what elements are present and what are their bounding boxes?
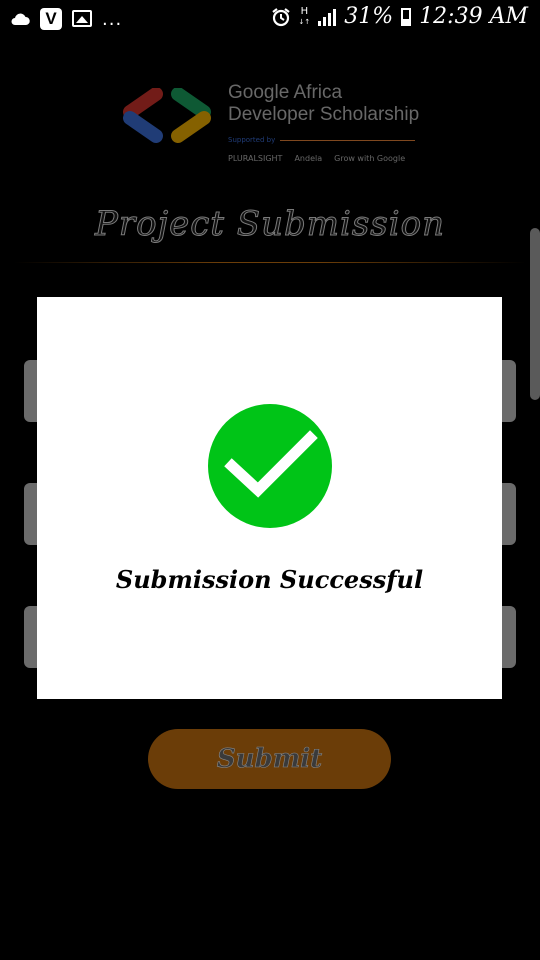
page-title: Project Submission xyxy=(95,204,445,245)
success-circle xyxy=(208,404,332,528)
supported-by-label: Supported by xyxy=(228,136,276,144)
dialog-message: Submission Successful xyxy=(115,565,424,594)
battery-percent: 31% xyxy=(344,4,394,29)
checkmark-icon xyxy=(224,430,318,498)
battery-icon xyxy=(401,7,412,26)
partner-logos: PLURALSIGHT Andela Grow with Google xyxy=(228,154,405,163)
partner-andela: Andela xyxy=(294,154,323,163)
success-dialog: Submission Successful xyxy=(37,297,502,699)
signal-icon xyxy=(318,8,337,26)
gads-logo: Google Africa Developer Scholarship Supp… xyxy=(120,80,420,170)
logo-text: Google Africa Developer Scholarship xyxy=(228,82,419,126)
clock: 12:39 AM xyxy=(419,4,528,29)
logo-line2: Developer Scholarship xyxy=(228,104,420,125)
status-bar-right: H ↓↑ 31% 12:39 AM xyxy=(271,4,528,29)
logo-line1: Google Africa xyxy=(228,82,343,103)
vimeo-icon: V xyxy=(40,7,62,30)
network-type-label: H xyxy=(300,5,309,17)
logo-divider xyxy=(280,140,415,141)
gads-brackets-logo-icon xyxy=(123,88,211,143)
cloud-icon xyxy=(11,13,30,25)
network-type-icon: H ↓↑ xyxy=(298,5,311,26)
partner-grow-with-google: Grow with Google xyxy=(334,154,406,163)
status-bar-left: V ... xyxy=(10,7,122,30)
title-divider xyxy=(14,262,526,263)
submit-button[interactable]: Submit xyxy=(148,729,391,789)
alarm-icon xyxy=(271,7,290,26)
status-bar: V ... H ↓↑ 31% 12:39 AM xyxy=(0,0,540,38)
more-notifications-icon: ... xyxy=(102,9,123,30)
image-icon xyxy=(72,10,92,27)
partner-pluralsight: PLURALSIGHT xyxy=(228,154,283,163)
scrollbar[interactable] xyxy=(530,228,540,400)
